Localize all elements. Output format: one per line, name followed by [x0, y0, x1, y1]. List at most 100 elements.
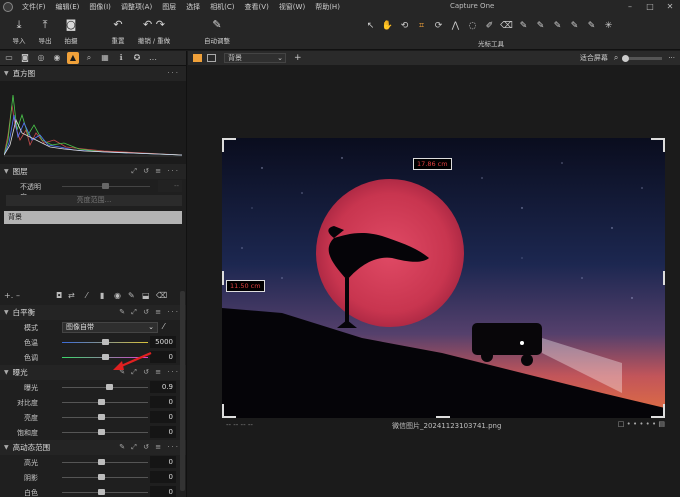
link-icon[interactable]: ⇄ — [68, 291, 86, 300]
crop-corner-br[interactable] — [651, 404, 665, 418]
color-tab-icon[interactable]: ◉ — [51, 52, 63, 64]
layers-actions-icon[interactable]: ⤢ ↺ ≡ ··· — [131, 167, 180, 176]
eyedropper-icon[interactable]: ⁄ — [163, 322, 164, 331]
hdr-value[interactable]: 0 — [150, 486, 176, 497]
hdr-knob[interactable] — [97, 459, 105, 465]
eraser-icon[interactable]: ⌫ — [498, 21, 515, 31]
menu-window[interactable]: 视窗(W) — [274, 2, 310, 12]
rating-icons[interactable]: □ • • • • • ▤ — [618, 420, 665, 428]
library-tab-icon[interactable]: ▭ — [3, 52, 15, 64]
opacity-value[interactable]: -- — [158, 180, 182, 192]
undo-redo-button[interactable]: ↶ ↷ 撤销 / 重做 — [134, 18, 174, 45]
keystone-icon[interactable]: ⋀ — [447, 21, 464, 31]
adjust-tab-icon[interactable]: ▦ — [99, 52, 111, 64]
menu-view[interactable]: 查看(V) — [240, 2, 274, 12]
minimize-icon[interactable]: – — [620, 0, 640, 14]
picker-icon[interactable]: ⁄ — [86, 291, 100, 300]
annotate-icon[interactable]: ✎ — [583, 21, 600, 31]
wb-temp-value[interactable]: 5000 — [150, 336, 176, 348]
exposure-value[interactable]: 0 — [150, 411, 176, 423]
rotate-icon[interactable]: ⟲ — [396, 21, 413, 31]
menu-image[interactable]: 图像(I) — [84, 2, 116, 12]
exposure-value[interactable]: 0 — [150, 426, 176, 438]
exposure-value[interactable]: 0 — [150, 396, 176, 408]
crop-edge-left[interactable] — [222, 271, 224, 285]
capture-button[interactable]: ◙ 拍摄 — [57, 18, 85, 45]
straighten-icon[interactable]: ⟳ — [430, 21, 447, 31]
luma-range-button[interactable]: 亮度范围... — [6, 195, 182, 206]
fill-mask-icon[interactable]: ⬓ — [142, 291, 156, 300]
fit-screen-label[interactable]: 适合屏幕 — [580, 53, 608, 63]
exposure-knob[interactable] — [97, 429, 105, 435]
hdr-header[interactable]: ▼ 高动态范围 ✎ ⤢ ↺ ≡ ··· — [0, 440, 186, 455]
import-button[interactable]: ⤓ 导入 — [5, 18, 33, 45]
exposure-knob[interactable] — [97, 414, 105, 420]
exposure-header[interactable]: ▼ 曝光 ✎ ⤢ ↺ ≡ ··· — [0, 365, 186, 380]
crop-corner-bl[interactable] — [222, 404, 236, 418]
hdr-actions-icon[interactable]: ✎ ⤢ ↺ ≡ ··· — [119, 443, 180, 452]
layer-dropdown[interactable]: 背景 ⌄ — [224, 53, 286, 63]
close-icon[interactable]: ✕ — [660, 0, 680, 14]
hdr-slider[interactable] — [62, 477, 148, 478]
exposure-tab-icon[interactable]: ▲ — [67, 52, 79, 64]
photo-image[interactable] — [222, 138, 665, 418]
hdr-knob[interactable] — [97, 474, 105, 480]
exposure-value[interactable]: 0.9 — [150, 381, 176, 393]
hdr-knob[interactable] — [97, 489, 105, 495]
exposure-slider[interactable] — [62, 402, 148, 403]
menu-camera[interactable]: 相机(C) — [205, 2, 239, 12]
output-tab-icon[interactable]: ✪ — [131, 52, 143, 64]
pointer-icon[interactable]: ↖ — [362, 21, 379, 31]
panel-scrollbar[interactable] — [180, 291, 185, 491]
menu-help[interactable]: 帮助(H) — [310, 2, 345, 12]
gradient-icon[interactable]: ✎ — [515, 21, 532, 31]
zoom-slider[interactable] — [622, 54, 663, 62]
magic-icon[interactable]: ✳ — [600, 21, 617, 31]
layers-header[interactable]: ▼ 图层 ⤢ ↺ ≡ ··· — [0, 164, 186, 179]
hdr-value[interactable]: 0 — [150, 471, 176, 483]
remove-layer-icon[interactable]: – — [16, 291, 56, 300]
hdr-slider[interactable] — [62, 492, 148, 493]
opacity-knob[interactable] — [102, 183, 109, 189]
picker-icon[interactable]: ✎ — [566, 21, 583, 31]
hdr-value[interactable]: 0 — [150, 456, 176, 468]
grid-view-icon[interactable] — [193, 54, 202, 62]
lens-tab-icon[interactable]: ◎ — [35, 52, 47, 64]
viewer-more-icon[interactable]: ··· — [668, 54, 675, 62]
exposure-knob[interactable] — [106, 384, 114, 390]
capture-tab-icon[interactable]: ◙ — [19, 52, 31, 64]
export-button[interactable]: ⤒ 导出 — [31, 18, 59, 45]
white-balance-header[interactable]: ▼ 白平衡 ✎ ⤢ ↺ ≡ ··· — [0, 305, 186, 320]
pan-icon[interactable]: ✋ — [379, 21, 396, 31]
menu-adjustments[interactable]: 调整项(A) — [116, 2, 157, 12]
heal-icon[interactable]: ✎ — [532, 21, 549, 31]
single-view-icon[interactable] — [207, 54, 216, 62]
add-layer-icon[interactable]: +. — [4, 291, 16, 300]
zoom-knob[interactable] — [622, 54, 630, 62]
more-icon[interactable]: ··· — [167, 69, 180, 77]
clone-icon[interactable]: ✎ — [549, 21, 566, 31]
details-tab-icon[interactable]: ⌕ — [83, 52, 95, 64]
brush-icon[interactable]: ✐ — [481, 21, 498, 31]
wb-mode-select[interactable]: 图像自带 ⌄ — [62, 322, 158, 333]
exposure-knob[interactable] — [97, 399, 105, 405]
exposure-slider[interactable] — [62, 387, 148, 388]
exposure-slider[interactable] — [62, 417, 148, 418]
wb-temp-knob[interactable] — [102, 339, 109, 345]
metadata-tab-icon[interactable]: ℹ — [115, 52, 127, 64]
crop-edge-bottom[interactable] — [436, 416, 450, 418]
draw-mask-icon[interactable]: ✎ — [128, 291, 142, 300]
menu-select[interactable]: 选择 — [181, 2, 205, 12]
menu-edit[interactable]: 编辑(E) — [51, 2, 85, 12]
crop-corner-tl[interactable] — [222, 138, 236, 152]
histogram-header[interactable]: ▼ 直方图 ··· — [0, 66, 186, 81]
reset-button[interactable]: ↶ 重置 — [104, 18, 132, 45]
crop-corner-tr[interactable] — [651, 138, 665, 152]
add-icon[interactable]: + — [294, 53, 302, 63]
menu-file[interactable]: 文件(F) — [17, 2, 51, 12]
hdr-slider[interactable] — [62, 462, 148, 463]
spot-icon[interactable]: ◌ — [464, 21, 481, 31]
maximize-icon[interactable]: □ — [640, 0, 660, 14]
menu-layers[interactable]: 图层 — [157, 2, 181, 12]
gradient-mask-icon[interactable]: ▮ — [100, 291, 114, 300]
